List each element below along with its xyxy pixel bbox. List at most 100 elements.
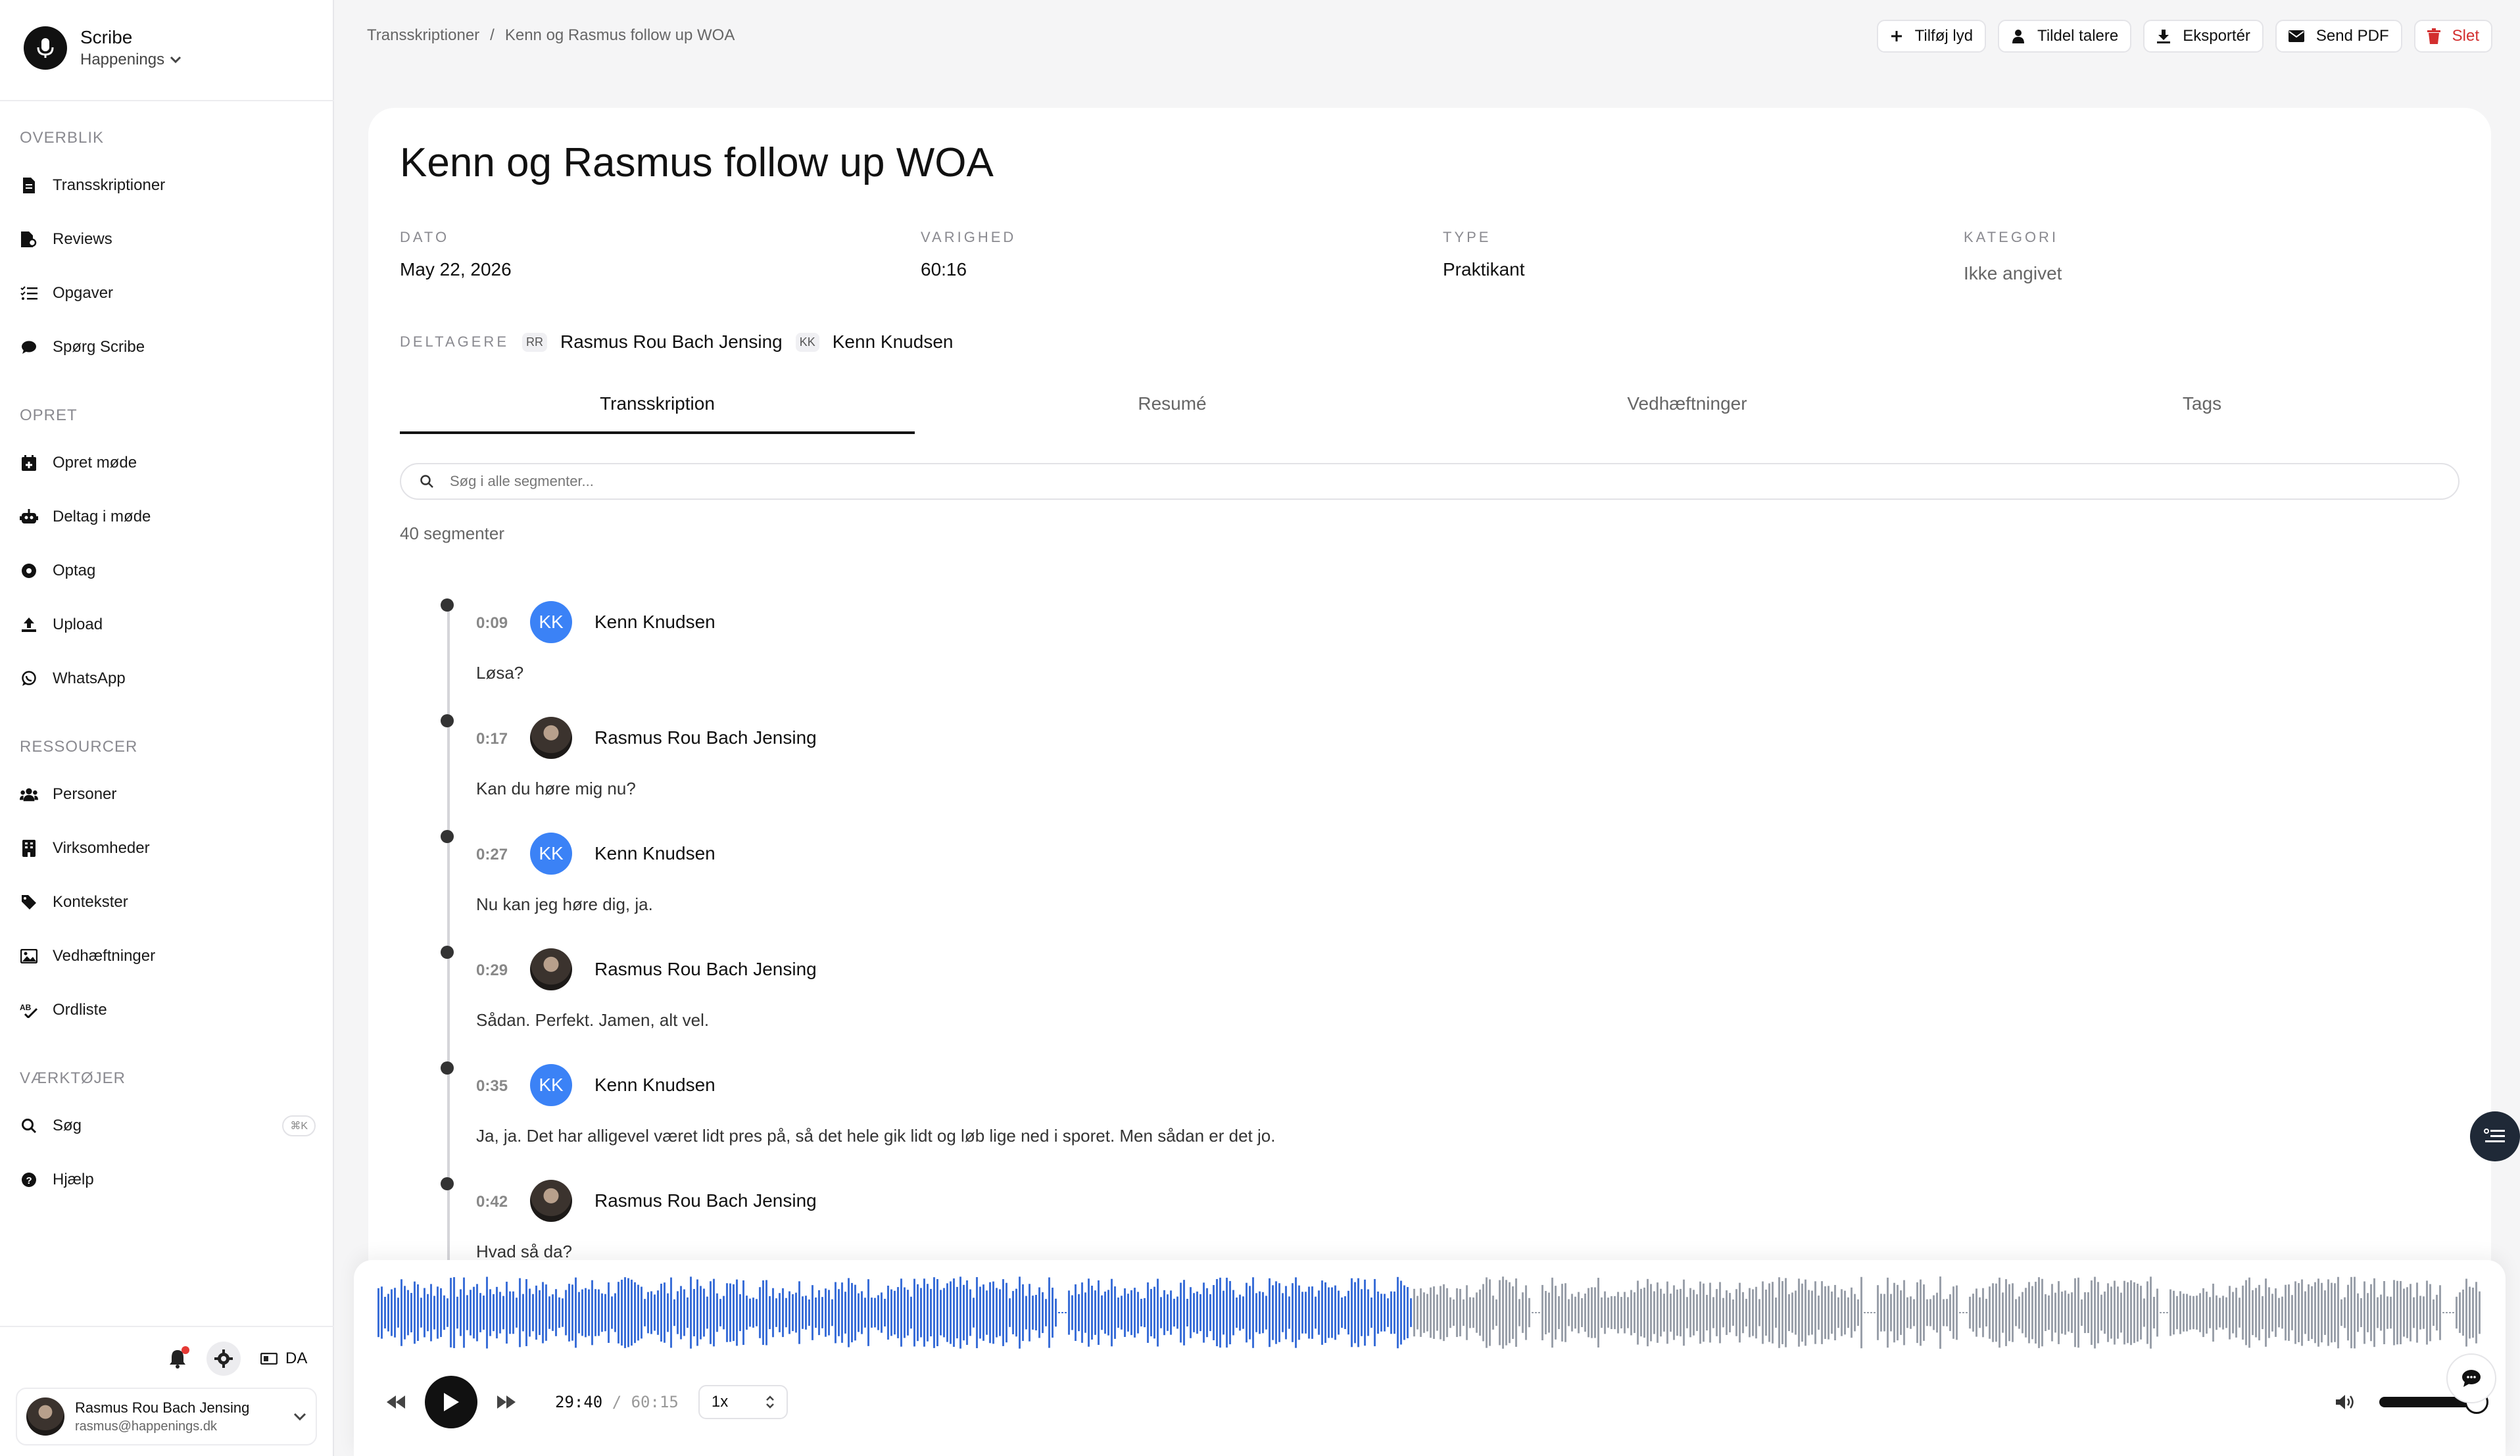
waveform-bar [1219, 1277, 1221, 1348]
category-value[interactable]: Ikke angivet [1964, 263, 2062, 284]
date-value: May 22, 2026 [400, 259, 512, 279]
waveform-bar [808, 1299, 810, 1326]
spellcheck-icon: AB [20, 1001, 38, 1019]
segment-time[interactable]: 0:17 [476, 730, 508, 748]
sidebar-item-record[interactable]: Optag [20, 551, 316, 591]
waveform-bar [1910, 1296, 1912, 1329]
waveform-bar [2311, 1286, 2313, 1340]
waveform-bar [1048, 1277, 1050, 1348]
participant-name[interactable]: Rasmus Rou Bach Jensing [560, 331, 783, 352]
waveform-bar [1107, 1290, 1109, 1336]
tab-transcription[interactable]: Transskription [400, 381, 915, 434]
speaker-name[interactable]: Rasmus Rou Bach Jensing [594, 727, 817, 748]
waveform-bar [463, 1277, 465, 1348]
segment-time[interactable]: 0:35 [476, 1077, 508, 1096]
participant-initials: KK [795, 332, 819, 352]
add-audio-button[interactable]: Tilføj lyd [1876, 20, 1987, 53]
sidebar-item-join-meeting[interactable]: Deltag i møde [20, 497, 316, 537]
export-button[interactable]: Eksportér [2143, 20, 2264, 53]
sidebar-item-people[interactable]: Personer [20, 775, 316, 814]
segment-filter-button[interactable] [2470, 1111, 2520, 1161]
sidebar-item-tasks[interactable]: Opgaver [20, 274, 316, 313]
fast-forward-icon[interactable] [497, 1395, 516, 1409]
waveform[interactable] [377, 1273, 2482, 1352]
notifications-button[interactable] [168, 1346, 189, 1369]
section-title-ressourcer: RESSOURCER [20, 738, 138, 756]
play-button[interactable] [425, 1376, 477, 1428]
waveform-bar [1298, 1285, 1300, 1340]
waveform-bar [956, 1286, 958, 1339]
waveform-bar [1042, 1292, 1044, 1334]
transcript-card: Kenn og Rasmus follow up WOA DATO May 22… [368, 108, 2491, 1456]
participant-name[interactable]: Kenn Knudsen [833, 331, 954, 352]
sidebar-item-search[interactable]: Søg ⌘K [20, 1106, 316, 1146]
speaker-name[interactable]: Kenn Knudsen [594, 612, 715, 633]
waveform-bar [1956, 1285, 1958, 1340]
org-switcher[interactable]: Happenings [80, 51, 182, 69]
segment-time[interactable]: 0:29 [476, 961, 508, 980]
segment-time[interactable]: 0:42 [476, 1193, 508, 1211]
tab-attachments[interactable]: Vedhæftninger [1430, 381, 1945, 434]
waveform-bar [1660, 1288, 1662, 1337]
waveform-bar [1762, 1281, 1764, 1344]
sidebar-item-label: Reviews [53, 230, 112, 248]
brand[interactable]: Scribe Happenings [24, 26, 182, 70]
type-value[interactable]: Praktikant [1443, 259, 1525, 280]
waveform-bar [1167, 1294, 1169, 1331]
volume-icon[interactable] [2336, 1394, 2356, 1410]
waveform-bar [1709, 1282, 1711, 1343]
waveform-bar [930, 1288, 932, 1337]
sidebar-item-ask-scribe[interactable]: Spørg Scribe [20, 328, 316, 367]
waveform-bar [1078, 1294, 1080, 1332]
sidebar-item-whatsapp[interactable]: WhatsApp [20, 659, 316, 698]
sidebar-item-help[interactable]: ? Hjælp [20, 1160, 316, 1200]
segment-search[interactable]: Søg i alle segmenter... [400, 463, 2459, 500]
waveform-bar [2459, 1292, 2461, 1333]
breadcrumb-link[interactable]: Transskriptioner [367, 26, 479, 45]
assign-speakers-button[interactable]: Tildel talere [1998, 20, 2132, 53]
rewind-icon[interactable] [387, 1395, 405, 1409]
sidebar-item-upload[interactable]: Upload [20, 605, 316, 644]
tab-summary[interactable]: Resumé [915, 381, 1430, 434]
waveform-bar [1975, 1288, 1977, 1337]
tab-tags[interactable]: Tags [1945, 381, 2459, 434]
waveform-bar [1532, 1312, 1534, 1313]
speaker-name[interactable]: Kenn Knudsen [594, 1075, 715, 1096]
sidebar-item-transcriptions[interactable]: Transskriptioner [20, 166, 316, 205]
segment-time[interactable]: 0:27 [476, 846, 508, 864]
waveform-bar [1357, 1278, 1359, 1347]
waveform-bar [815, 1297, 817, 1328]
settings-button[interactable] [206, 1342, 241, 1376]
segment-time[interactable]: 0:09 [476, 614, 508, 633]
waveform-bar [835, 1282, 836, 1344]
sidebar-item-companies[interactable]: Virksomheder [20, 829, 316, 868]
speed-select[interactable]: 1x [698, 1385, 788, 1419]
waveform-bar [1367, 1289, 1369, 1336]
waveform-bar [861, 1291, 863, 1334]
delete-button[interactable]: Slet [2413, 20, 2492, 53]
sidebar-item-contexts[interactable]: Kontekster [20, 883, 316, 922]
waveform-bar [890, 1289, 892, 1336]
sidebar-item-glossary[interactable]: AB Ordliste [20, 990, 316, 1030]
search-input[interactable]: Søg i alle segmenter... [450, 473, 594, 490]
speaker-name[interactable]: Rasmus Rou Bach Jensing [594, 959, 817, 980]
speaker-name[interactable]: Rasmus Rou Bach Jensing [594, 1190, 817, 1211]
speaker-name[interactable]: Kenn Knudsen [594, 843, 715, 864]
waveform-bar [1502, 1276, 1504, 1349]
language-switcher[interactable]: DA [260, 1349, 307, 1368]
send-pdf-button[interactable]: Send PDF [2275, 20, 2402, 53]
waveform-bar [1170, 1290, 1172, 1335]
chat-button[interactable] [2446, 1353, 2496, 1403]
user-menu[interactable]: Rasmus Rou Bach Jensing rasmus@happening… [16, 1388, 317, 1445]
waveform-bar [2100, 1294, 2102, 1331]
sidebar-item-attachments[interactable]: Vedhæftninger [20, 936, 316, 976]
sidebar-item-create-meeting[interactable]: Opret møde [20, 443, 316, 483]
waveform-bar [2058, 1281, 2060, 1344]
waveform-bar [2107, 1283, 2109, 1342]
waveform-bar [1745, 1298, 1747, 1327]
waveform-bar [687, 1297, 689, 1328]
sidebar-item-reviews[interactable]: Reviews [20, 220, 316, 259]
waveform-bar [969, 1289, 971, 1336]
waveform-bar [1775, 1298, 1777, 1328]
avatar [530, 948, 572, 990]
